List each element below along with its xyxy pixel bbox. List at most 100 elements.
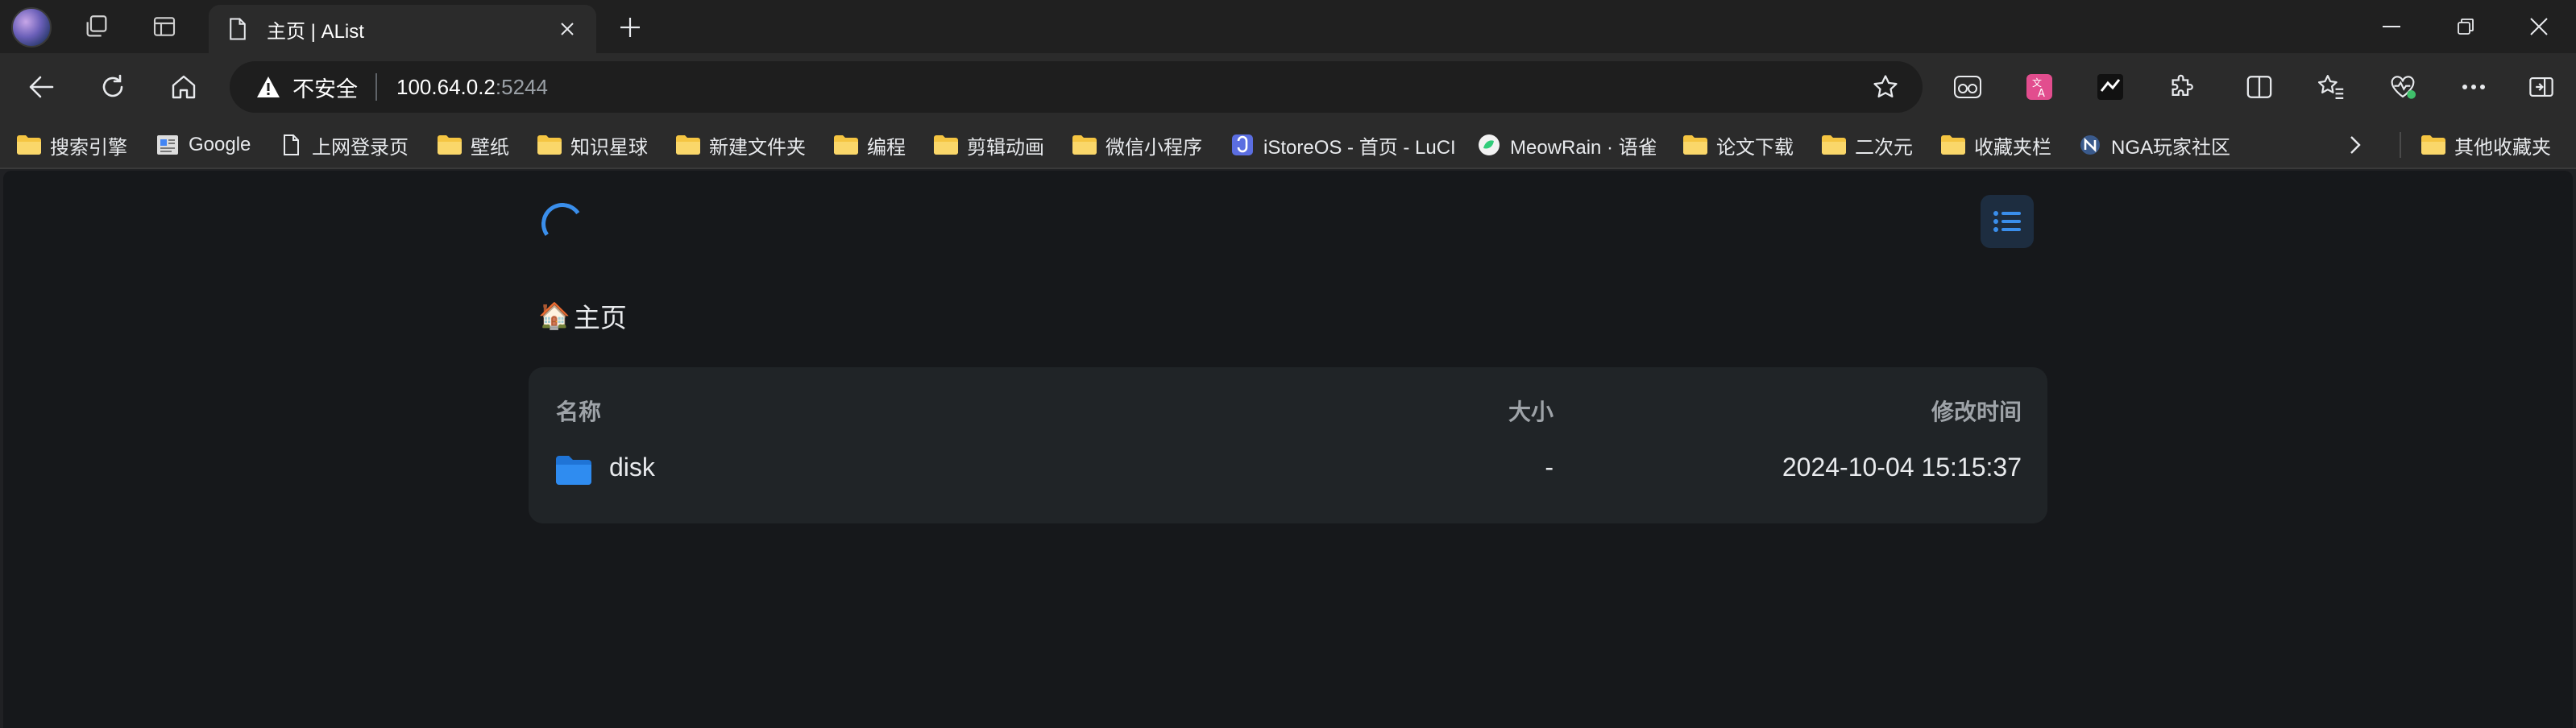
- bookmark-label: MeowRain · 语雀: [1510, 136, 1657, 159]
- home-icon[interactable]: [160, 64, 208, 110]
- bookmark-folder[interactable]: 二次元: [1821, 127, 1913, 163]
- yuque-icon: [1479, 134, 1500, 155]
- bookmark-folder[interactable]: 壁纸: [437, 127, 509, 163]
- health-icon[interactable]: [2379, 64, 2427, 110]
- bookmark-label: 微信小程序: [1105, 136, 1202, 159]
- folder-icon: [1822, 135, 1846, 155]
- bookmark-label: 二次元: [1855, 136, 1913, 159]
- star-icon[interactable]: [1868, 71, 1903, 103]
- bookmark-folder[interactable]: 剪辑动画: [933, 127, 1044, 163]
- other-bookmarks-folder[interactable]: 其他收藏夹: [2420, 127, 2551, 163]
- url-host[interactable]: 100.64.0.2: [396, 75, 496, 100]
- page-content: 🏠 主页 名称 大小 修改时间 disk - 2024-10-04 15:15:…: [3, 171, 2573, 728]
- refresh-icon[interactable]: [89, 64, 137, 110]
- back-arrow-icon[interactable]: [18, 64, 66, 110]
- tab-title: 主页 | AList: [267, 20, 364, 43]
- bookmark-label: iStoreOS - 首页 - LuCI: [1263, 136, 1456, 159]
- loading-spinner-icon: [537, 199, 587, 249]
- bookmark-folder[interactable]: 新建文件夹: [675, 127, 806, 163]
- page-icon: [284, 134, 299, 155]
- bookmark-label: 搜索引擎: [50, 136, 127, 159]
- bookmarks-bar: 搜索引擎 Google 上网登录页 壁纸 知识星球 新建文件夹 编程 剪辑动画 …: [0, 121, 2576, 169]
- file-modified: 2024-10-04 15:15:37: [1782, 453, 2022, 482]
- url-port[interactable]: :5244: [496, 75, 548, 100]
- file-row[interactable]: disk - 2024-10-04 15:15:37: [529, 448, 2047, 506]
- google-page-icon: [157, 135, 178, 155]
- bookmark-link[interactable]: MeowRain · 语雀: [1476, 127, 1657, 163]
- folder-icon: [676, 135, 700, 155]
- folder-icon: [1072, 135, 1097, 155]
- column-header-size[interactable]: 大小: [1508, 395, 1553, 427]
- column-header-name[interactable]: 名称: [556, 395, 601, 427]
- bookmark-label: 编程: [867, 136, 906, 159]
- bookmark-label: Google: [189, 134, 251, 155]
- bookmark-link[interactable]: 上网登录页: [278, 127, 409, 163]
- istore-icon: [1232, 134, 1253, 155]
- list-view-icon[interactable]: [1981, 195, 2034, 248]
- bookmark-link[interactable]: iStoreOS - 首页 - LuCI: [1230, 127, 1456, 163]
- bookmark-folder[interactable]: 收藏夹栏: [1940, 127, 2051, 163]
- folder-icon: [834, 135, 858, 155]
- breadcrumb[interactable]: 🏠 主页: [538, 296, 627, 335]
- folder-icon: [1683, 135, 1707, 155]
- ext-icon[interactable]: [2086, 64, 2134, 110]
- folder-icon: [934, 135, 958, 155]
- restore-icon[interactable]: [2429, 0, 2503, 53]
- more-icon[interactable]: [2449, 64, 2498, 110]
- folder-icon: [537, 135, 562, 155]
- folder-icon: [556, 456, 591, 485]
- breadcrumb-label[interactable]: 主页: [574, 296, 627, 335]
- folder-icon: [17, 135, 41, 155]
- bookmark-folder[interactable]: 论文下载: [1682, 127, 1794, 163]
- folder-icon: [2421, 135, 2445, 155]
- address-bar[interactable]: 不安全 100.64.0.2 :5244: [230, 61, 1923, 113]
- bookmark-label: NGA玩家社区: [2111, 136, 2231, 159]
- address-divider: [375, 73, 377, 101]
- sidebar-icon[interactable]: [2517, 64, 2566, 110]
- bookmark-label: 收藏夹栏: [1974, 136, 2051, 159]
- bookmark-label: 剪辑动画: [967, 136, 1044, 159]
- folder-icon: [438, 135, 462, 155]
- bookmark-folder[interactable]: 知识星球: [537, 127, 648, 163]
- svg-text:A: A: [2038, 88, 2045, 100]
- bookmark-label: 上网登录页: [312, 136, 409, 159]
- bookmark-label: 新建文件夹: [709, 136, 806, 159]
- bookmark-folder[interactable]: 微信小程序: [1072, 127, 1202, 163]
- bookmark-label: 知识星球: [570, 136, 648, 159]
- bookmarks-divider: [2400, 132, 2401, 158]
- profile-avatar[interactable]: [11, 7, 52, 48]
- bookmark-folder[interactable]: 编程: [833, 127, 906, 163]
- nga-icon: [2080, 135, 2100, 155]
- file-list: 名称 大小 修改时间 disk - 2024-10-04 15:15:37: [529, 367, 2047, 523]
- bookmarks-overflow-chevron-right-icon[interactable]: [2346, 127, 2362, 163]
- folder-icon: [1941, 135, 1965, 155]
- bookmark-label: 论文下载: [1716, 136, 1794, 159]
- workspaces-icon[interactable]: [71, 7, 122, 46]
- bookmark-folder[interactable]: 搜索引擎: [16, 127, 127, 163]
- svg-text:文: 文: [2032, 77, 2042, 89]
- favorites-icon[interactable]: [2307, 64, 2355, 110]
- toolbar: 不安全 100.64.0.2 :5244 文A: [0, 53, 2576, 121]
- close-tab-icon[interactable]: [550, 11, 585, 47]
- warning-icon[interactable]: [254, 72, 283, 101]
- bookmark-link[interactable]: Google: [155, 127, 251, 163]
- minimize-icon[interactable]: [2354, 0, 2429, 53]
- bookmark-link[interactable]: NGA玩家社区: [2077, 127, 2230, 163]
- title-bar: 主页 | AList: [0, 0, 2576, 53]
- tab-actions-icon[interactable]: [139, 7, 190, 46]
- active-tab[interactable]: 主页 | AList: [209, 5, 596, 53]
- file-name[interactable]: disk: [609, 453, 655, 482]
- extensions-puzzle-icon[interactable]: [2158, 64, 2206, 110]
- page-icon: [225, 16, 251, 42]
- reader-icon[interactable]: [1943, 64, 1992, 110]
- column-header-modified[interactable]: 修改时间: [1931, 395, 2022, 427]
- bookmark-label: 壁纸: [471, 136, 509, 159]
- home-icon: 🏠: [538, 301, 570, 330]
- translate-icon[interactable]: 文A: [2015, 64, 2064, 110]
- split-screen-icon[interactable]: [2235, 64, 2284, 110]
- bookmark-label: 其他收藏夹: [2454, 136, 2551, 159]
- close-window-icon[interactable]: [2502, 0, 2576, 53]
- new-tab-plus-icon[interactable]: [604, 8, 656, 47]
- file-size: -: [1545, 453, 1553, 482]
- security-label[interactable]: 不安全: [292, 72, 358, 103]
